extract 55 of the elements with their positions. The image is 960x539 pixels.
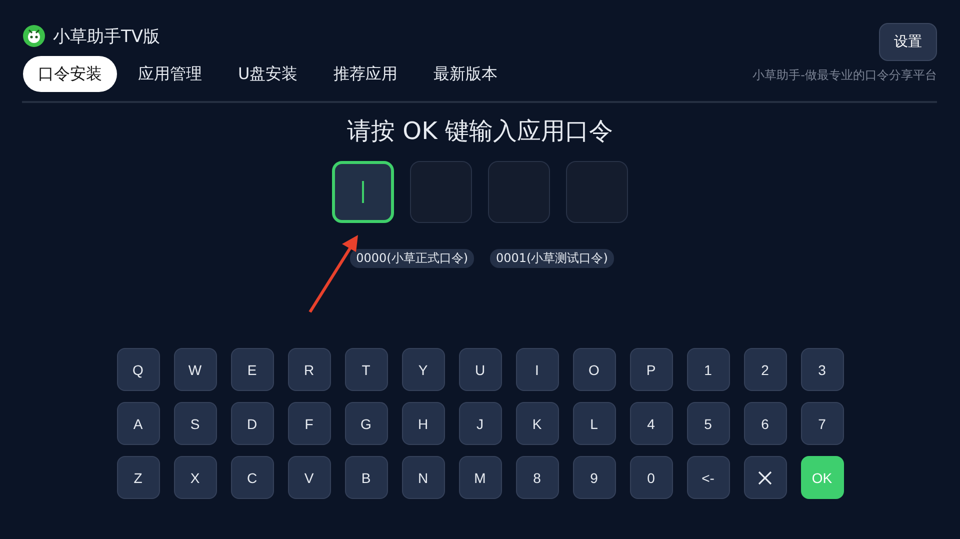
key-button[interactable]: V <box>288 456 330 499</box>
prompt-text: 请按 OK 键输入应用口令 <box>346 116 614 147</box>
key-button[interactable]: B <box>344 456 388 499</box>
key-button[interactable]: P <box>630 348 672 391</box>
key-button[interactable]: R <box>288 348 330 391</box>
slogan-text: 小草助手-做最专业的口令分享平台 <box>752 67 937 84</box>
app-title: 小草助手TV版 <box>53 26 160 48</box>
code-hint-chip: 0000(小草正式口令) <box>350 249 474 268</box>
key-button[interactable]: U <box>458 348 502 391</box>
code-hint-chip: 0001(小草测试口令) <box>490 249 614 268</box>
key-button[interactable]: M <box>458 456 502 499</box>
key-button[interactable]: <- <box>686 456 730 499</box>
key-button[interactable]: O <box>572 348 616 391</box>
key-button[interactable]: E <box>230 348 274 391</box>
key-button[interactable]: I <box>516 348 558 391</box>
key-button[interactable]: D <box>230 402 274 445</box>
key-button[interactable]: J <box>458 402 502 445</box>
settings-button[interactable]: 设置 <box>879 23 937 61</box>
nav-tab[interactable]: 口令安装 <box>23 56 117 92</box>
key-button[interactable]: 9 <box>572 456 616 499</box>
key-button[interactable]: 6 <box>744 402 786 445</box>
key-button[interactable]: Y <box>402 348 444 391</box>
key-button[interactable]: K <box>516 402 558 445</box>
clear-button[interactable] <box>744 456 786 499</box>
key-button[interactable]: W <box>174 348 216 391</box>
key-button[interactable]: N <box>402 456 444 499</box>
key-button[interactable]: G <box>344 402 388 445</box>
key-button[interactable]: 8 <box>516 456 558 499</box>
nav-tab[interactable]: 应用管理 <box>123 56 217 92</box>
key-button[interactable]: C <box>230 456 274 499</box>
key-button[interactable]: A <box>116 402 160 445</box>
key-button[interactable]: 7 <box>800 402 844 445</box>
key-button[interactable]: 2 <box>744 348 786 391</box>
key-button[interactable]: H <box>402 402 444 445</box>
key-button[interactable]: F <box>288 402 330 445</box>
key-button[interactable]: L <box>572 402 616 445</box>
key-button[interactable]: 3 <box>800 348 844 391</box>
logo-icon <box>23 25 45 47</box>
code-input-box[interactable] <box>332 161 394 223</box>
key-button[interactable]: T <box>344 348 388 391</box>
close-icon <box>758 470 772 484</box>
key-button[interactable]: S <box>174 402 216 445</box>
key-button[interactable]: Q <box>116 348 160 391</box>
nav-tab[interactable]: 推荐应用 <box>318 56 413 92</box>
key-button[interactable]: Z <box>116 456 160 499</box>
key-button[interactable]: 5 <box>686 402 730 445</box>
code-input-box[interactable] <box>410 161 472 223</box>
code-input-box[interactable] <box>566 161 628 223</box>
code-input-box[interactable] <box>488 161 550 223</box>
nav-tab[interactable]: 最新版本 <box>418 56 513 92</box>
key-button[interactable]: 0 <box>630 456 672 499</box>
key-button[interactable]: 1 <box>686 348 730 391</box>
nav-tab[interactable]: U盘安装 <box>223 56 313 92</box>
key-button[interactable]: X <box>174 456 216 499</box>
key-button[interactable]: 4 <box>630 402 672 445</box>
